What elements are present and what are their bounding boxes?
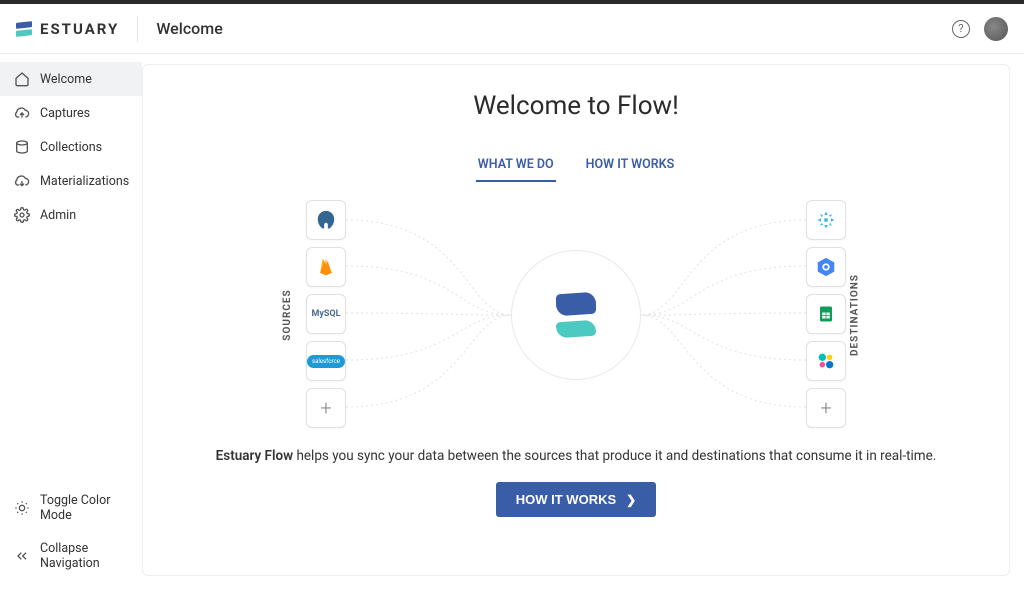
description-rest: helps you sync your data between the sou… xyxy=(293,448,936,464)
tab-what-we-do[interactable]: WHAT WE DO xyxy=(476,149,556,182)
sidebar-item-admin[interactable]: Admin xyxy=(0,198,142,232)
avatar[interactable] xyxy=(984,17,1008,41)
destination-bigquery-icon xyxy=(806,247,846,287)
welcome-card: Welcome to Flow! WHAT WE DO HOW IT WORKS… xyxy=(142,64,1010,576)
hero-tabs: WHAT WE DO HOW IT WORKS xyxy=(476,149,676,182)
sources-label: SOURCES xyxy=(282,289,293,340)
chevron-right-icon: ❯ xyxy=(626,493,636,507)
source-salesforce-icon: salesforce xyxy=(306,341,346,381)
flow-diagram: SOURCES DESTINATIONS xyxy=(296,200,856,430)
page-title: Welcome xyxy=(156,19,222,38)
sidebar-item-materializations[interactable]: Materializations xyxy=(0,164,142,198)
help-icon[interactable]: ? xyxy=(952,20,970,38)
destinations-label: DESTINATIONS xyxy=(850,274,861,356)
source-mysql-icon: MySQL xyxy=(306,294,346,334)
database-icon xyxy=(14,139,30,155)
sidebar-item-captures[interactable]: Captures xyxy=(0,96,142,130)
source-postgres-icon xyxy=(306,200,346,240)
sidebar: Welcome Captures Collections Materializa… xyxy=(0,54,142,590)
sidebar-item-label: Admin xyxy=(40,208,76,223)
tab-how-it-works[interactable]: HOW IT WORKS xyxy=(584,149,677,182)
main-content: Welcome to Flow! WHAT WE DO HOW IT WORKS… xyxy=(142,54,1024,590)
sidebar-item-label: Captures xyxy=(40,106,90,121)
home-icon xyxy=(14,71,30,87)
sidebar-item-label: Toggle Color Mode xyxy=(40,493,128,523)
plus-icon: + xyxy=(320,396,331,420)
sidebar-item-label: Collapse Navigation xyxy=(40,541,128,571)
description-bold: Estuary Flow xyxy=(216,448,293,464)
destination-snowflake-icon xyxy=(806,200,846,240)
chevron-double-left-icon xyxy=(14,548,30,564)
how-it-works-button[interactable]: HOW IT WORKS ❯ xyxy=(496,482,656,517)
destination-sheets-icon xyxy=(806,294,846,334)
source-add-button[interactable]: + xyxy=(306,388,346,428)
sidebar-toggle-color-mode[interactable]: Toggle Color Mode xyxy=(0,484,142,532)
header-divider xyxy=(137,16,138,42)
flow-center xyxy=(511,250,641,380)
cloud-download-icon xyxy=(14,173,30,189)
hero-description: Estuary Flow helps you sync your data be… xyxy=(216,448,937,464)
app-header: ESTUARY Welcome ? xyxy=(0,4,1024,54)
destination-add-button[interactable]: + xyxy=(806,388,846,428)
sidebar-item-welcome[interactable]: Welcome xyxy=(0,62,142,96)
brand-name: ESTUARY xyxy=(40,20,119,38)
estuary-logo-icon xyxy=(16,20,34,38)
sidebar-item-label: Collections xyxy=(40,140,102,155)
source-connectors: MySQL salesforce + xyxy=(306,200,346,428)
sidebar-item-label: Welcome xyxy=(40,72,92,87)
source-firebase-icon xyxy=(306,247,346,287)
plus-icon: + xyxy=(820,396,831,420)
destination-elastic-icon xyxy=(806,341,846,381)
brand-logo[interactable]: ESTUARY xyxy=(16,20,119,38)
sidebar-item-collections[interactable]: Collections xyxy=(0,130,142,164)
hero-title: Welcome to Flow! xyxy=(473,91,679,121)
sidebar-item-label: Materializations xyxy=(40,174,129,189)
gear-icon xyxy=(14,207,30,223)
cloud-upload-icon xyxy=(14,105,30,121)
cta-label: HOW IT WORKS xyxy=(516,492,616,507)
destination-connectors: + xyxy=(806,200,846,428)
estuary-flow-logo-icon xyxy=(550,289,602,341)
sidebar-collapse-navigation[interactable]: Collapse Navigation xyxy=(0,532,142,580)
sun-icon xyxy=(14,500,30,516)
